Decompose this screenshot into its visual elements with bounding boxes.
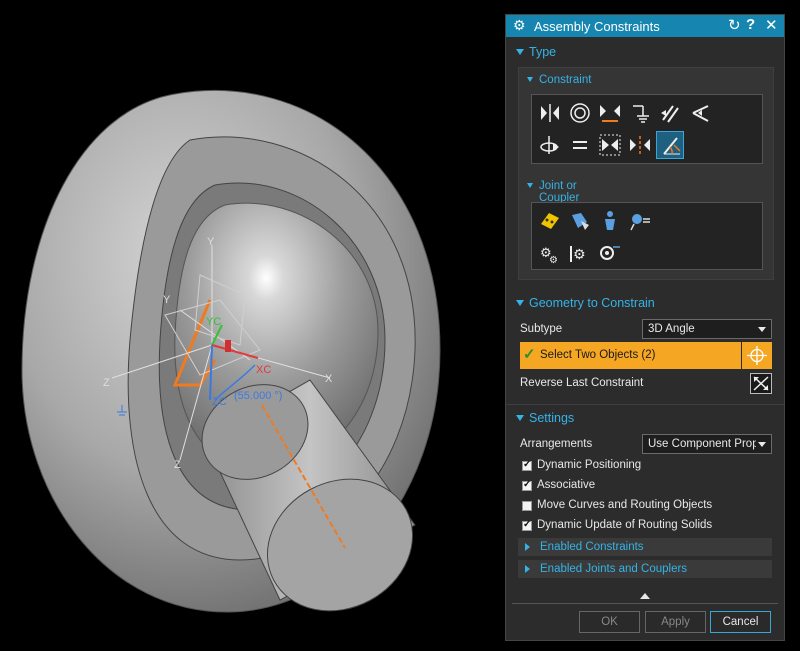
distance-icon[interactable] — [596, 99, 624, 127]
equal-icon[interactable] — [566, 131, 594, 159]
dynamic-update-checkbox[interactable]: ✓ — [522, 519, 532, 531]
joint-figure-icon[interactable] — [596, 207, 624, 235]
joint-hinge-icon[interactable] — [566, 207, 594, 235]
gear-coupler-icon[interactable]: ⚙ ⚙ — [536, 239, 564, 267]
associative-checkbox[interactable]: ✓ — [522, 479, 532, 491]
angle-readout: (55.000 °) — [234, 390, 282, 402]
settings-section-header[interactable]: Settings — [516, 409, 776, 429]
collapse-icon — [527, 183, 533, 188]
reverse-label: Reverse Last Constraint — [520, 377, 644, 389]
reverse-button[interactable] — [750, 373, 772, 394]
expand-icon — [525, 543, 530, 551]
center-icon[interactable] — [626, 131, 654, 159]
ok-button[interactable]: OK — [579, 611, 640, 633]
cable-coupler-icon[interactable] — [596, 239, 624, 267]
arrangements-dropdown[interactable]: Use Component Properties — [642, 434, 772, 454]
chevron-down-icon — [758, 442, 766, 447]
align-lock-icon[interactable] — [536, 131, 564, 159]
collapse-icon — [516, 49, 524, 55]
joint-yellow-icon[interactable] — [536, 207, 564, 235]
move-curves-checkbox[interactable] — [522, 501, 532, 511]
reset-icon[interactable]: ↻ — [728, 16, 741, 34]
perpendicular-icon[interactable] — [686, 99, 714, 127]
touch-align-icon[interactable] — [536, 99, 564, 127]
gear-icon: ⚙ — [513, 17, 526, 33]
chevron-down-icon — [758, 327, 766, 332]
dialog-title: Assembly Constraints — [534, 19, 660, 34]
close-icon[interactable]: ✕ — [765, 16, 778, 34]
z-left-label: Z — [103, 377, 110, 389]
check-icon: ✓ — [523, 479, 532, 490]
dynamic-positioning-checkbox[interactable]: ✓ — [522, 459, 532, 471]
subtype-label: Subtype — [520, 323, 563, 335]
check-icon: ✓ — [523, 519, 532, 530]
dynamic-update-label: Dynamic Update of Routing Solids — [537, 519, 713, 531]
checkmark-icon: ✓ — [523, 346, 536, 363]
arrangements-label: Arrangements — [520, 438, 593, 450]
subtype-dropdown[interactable]: 3D Angle — [642, 319, 772, 339]
reverse-icon — [753, 376, 769, 391]
collapse-icon — [516, 300, 524, 306]
crosshair-icon — [747, 346, 767, 365]
dynamic-positioning-label: Dynamic Positioning — [537, 459, 642, 471]
yc-label: YC — [206, 316, 221, 328]
check-icon: ✓ — [523, 459, 532, 470]
move-curves-label: Move Curves and Routing Objects — [537, 499, 713, 511]
angle-icon[interactable] — [656, 131, 684, 159]
joint-icon-grid: ⚙ ⚙ ⚙ — [531, 202, 763, 270]
y-top-label: Y — [207, 236, 215, 248]
apply-button[interactable]: Apply — [645, 611, 706, 633]
type-section-header[interactable]: Type — [516, 43, 776, 63]
geometry-section-header[interactable]: Geometry to Constrain — [516, 294, 776, 314]
type-panel: Constraint Joint or Coupler ⚙ ⚙ ⚙ — [518, 67, 774, 280]
fit-icon[interactable] — [596, 131, 624, 159]
x-right-label: X — [325, 373, 333, 385]
fix-icon[interactable] — [626, 99, 654, 127]
enabled-joints-group[interactable]: Enabled Joints and Couplers — [518, 560, 772, 578]
joint-pin-icon[interactable] — [626, 207, 654, 235]
concentric-icon[interactable] — [566, 99, 594, 127]
select-objects-row[interactable]: ✓ Select Two Objects (2) — [520, 342, 741, 369]
rack-coupler-icon[interactable]: ⚙ — [566, 239, 594, 267]
expand-icon — [525, 565, 530, 573]
enabled-constraints-group[interactable]: Enabled Constraints — [518, 538, 772, 556]
assembly-constraints-dialog: ⚙ Assembly Constraints ↻ ? ✕ Type Constr… — [505, 14, 785, 641]
more-arrow-icon[interactable] — [640, 593, 650, 599]
svg-text:⚙: ⚙ — [549, 255, 558, 264]
collapse-icon — [516, 415, 524, 421]
z-bottom-label: Z — [174, 459, 181, 471]
cancel-button[interactable]: Cancel — [710, 611, 771, 633]
help-icon[interactable]: ? — [746, 16, 755, 33]
svg-text:⚙: ⚙ — [573, 247, 586, 263]
graphics-viewport[interactable]: Y Y YC XC ZC X Z Z (55.000 °) — [0, 0, 505, 651]
associative-label: Associative — [537, 479, 596, 491]
part-model: Y Y YC XC ZC X Z Z (55.000 °) — [21, 89, 441, 613]
xc-label: XC — [256, 364, 271, 376]
crosshair-button[interactable] — [742, 342, 772, 369]
dialog-titlebar: ⚙ Assembly Constraints ↻ ? ✕ — [506, 15, 784, 37]
collapse-icon — [527, 77, 533, 82]
parallel-icon[interactable] — [656, 99, 684, 127]
constraint-icon-grid — [531, 94, 763, 164]
zc-label: ZC — [212, 396, 227, 408]
y-left-label: Y — [163, 294, 171, 306]
